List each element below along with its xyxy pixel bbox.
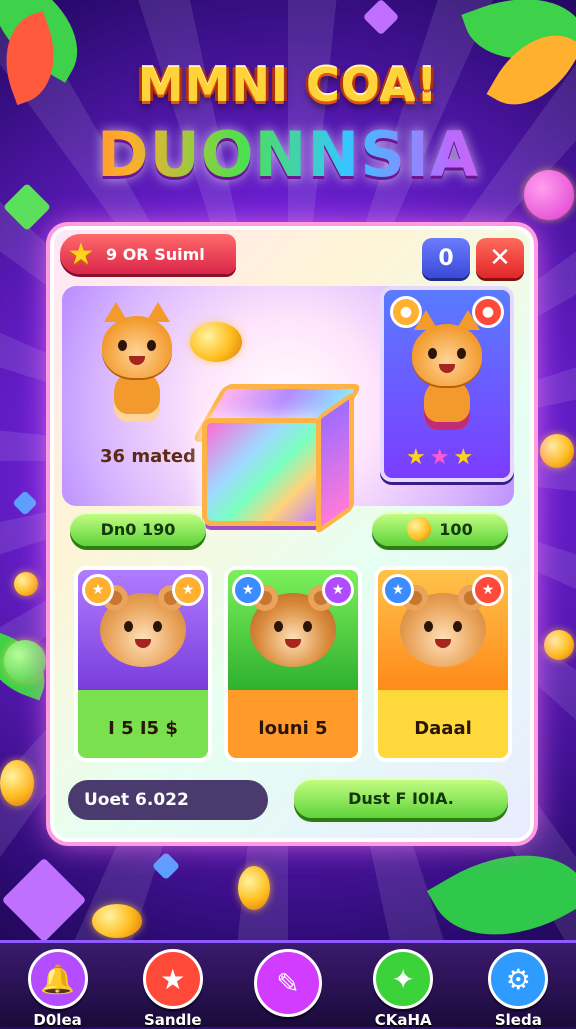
coin-decoration: [540, 434, 574, 468]
right-price-button[interactable]: 100: [372, 512, 508, 546]
pet-card-1-label: I 5 I5 $: [108, 717, 178, 739]
stat-box: Uoet 6.022: [68, 780, 268, 820]
bell-icon: 🔔: [27, 949, 88, 1009]
coin-decoration: [92, 904, 142, 938]
pet-card-2-label: louni 5: [258, 717, 328, 739]
game-title-line1: MMNI COA!: [137, 58, 439, 112]
coin-decoration: [544, 630, 574, 660]
game-title-line2: DUONNSIA: [0, 118, 576, 191]
nav-item-dolea[interactable]: 🔔 D0lea: [18, 943, 98, 1029]
gem-decoration: [12, 490, 38, 516]
nav-label: Sleda: [494, 1011, 542, 1029]
bottom-row: Uoet 6.022 Dust F I0IA.: [68, 778, 516, 820]
level-badge-text: 9 OR Suiml: [106, 244, 205, 264]
star-icon: ★: [67, 236, 95, 272]
coin-icon: [407, 517, 432, 541]
nav-label: Sandle: [143, 1011, 202, 1029]
nav-item-sleda[interactable]: ⚙ Sleda: [478, 943, 558, 1029]
action-button[interactable]: Dust F I0IA.: [294, 778, 508, 818]
nav-item-ckaha[interactable]: ✦ CKaHA: [363, 943, 443, 1029]
fox-character: [92, 302, 182, 422]
left-price-button[interactable]: Dn0 190: [70, 512, 206, 546]
coin-decoration: [14, 572, 38, 596]
hero-area: 36 mated ● ● ★ ★ ★: [62, 286, 514, 536]
bottom-nav: 🔔 D0lea ★ Sandle ✎ ✦ CKaHA ⚙ Sleda: [0, 940, 576, 1029]
gem-decoration: [362, 0, 400, 36]
star-rating: ★ ★ ★: [406, 445, 473, 470]
badge-icon: ★: [172, 574, 204, 606]
gem-decoration: [1, 857, 87, 943]
nav-label: D0lea: [33, 1011, 82, 1029]
pet-card-3-label: Daaal: [414, 717, 472, 739]
badge-icon: ★: [82, 574, 114, 606]
pet-card-2[interactable]: ★ ★ louni 5: [224, 566, 362, 762]
featured-pet-card[interactable]: ● ● ★ ★ ★: [380, 286, 514, 482]
bear-character: [100, 585, 186, 667]
close-button[interactable]: ✕: [476, 238, 524, 278]
mystery-box[interactable]: [191, 378, 363, 536]
pet-card-3[interactable]: ★ ★ Daaal: [374, 566, 512, 762]
spark-icon: ✦: [373, 949, 434, 1009]
bear-character: [400, 585, 486, 667]
coin-decoration: [4, 640, 46, 682]
nav-label: CKaHA: [374, 1011, 432, 1029]
star-icon: ★: [429, 445, 450, 470]
level-badge: ★ 9 OR Suiml: [60, 234, 236, 274]
star-icon: ★: [142, 949, 203, 1009]
badge-icon: ★: [322, 574, 354, 606]
pet-card-1[interactable]: ★ ★ I 5 I5 $: [74, 566, 212, 762]
coin-decoration: [0, 760, 34, 806]
nav-item-sandle[interactable]: ★ Sandle: [133, 943, 213, 1029]
counter-button[interactable]: 0: [422, 238, 470, 278]
hero-label: 36 mated: [100, 446, 196, 467]
reward-panel: ★ 9 OR Suiml 0 ✕ 36 mated ● ● ★ ★ ★ Dn0 …: [50, 226, 534, 842]
bear-character: [250, 585, 336, 667]
star-icon: ★: [406, 445, 426, 470]
coin-icon: [190, 322, 242, 362]
nav-item-center[interactable]: ✎: [248, 943, 328, 1019]
wand-icon: ✎: [253, 949, 322, 1017]
badge-icon: ★: [382, 574, 414, 606]
badge-icon: ★: [472, 574, 504, 606]
coin-decoration: [238, 866, 270, 910]
gear-icon: ⚙: [488, 949, 549, 1009]
gem-decoration: [151, 851, 181, 881]
badge-icon: ★: [232, 574, 264, 606]
fox-character: [408, 310, 486, 430]
star-icon: ★: [453, 445, 474, 470]
